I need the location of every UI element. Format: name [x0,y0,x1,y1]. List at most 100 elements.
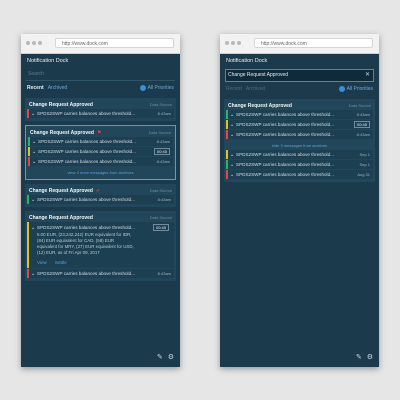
tab-bar: Recent Archived All Priorities [21,81,180,94]
row-message: SPDS2SWP carries balances above threshol… [38,149,136,154]
notification-row[interactable]: ⌄ SPDS2SWP carries balances above thresho… [226,130,373,139]
notification-row[interactable]: ⌄ SPDS2SWP carries balances above thresho… [226,110,373,119]
row-time: 8:43am [156,139,170,144]
row-time: 00:45 [353,121,370,128]
edit-icon[interactable]: ✎ [356,353,362,361]
notification-row[interactable]: ⌄ SPDS2SWP carries balances above thresho… [27,109,174,118]
priority-filter[interactable]: All Priorities [338,86,373,92]
check-icon[interactable]: ✔ [96,188,100,194]
notification-list: Change Request Approved Data Source ⌄ SPDS2… [220,99,379,182]
data-source-label: Data Source [149,188,172,193]
row-message: SPDS2SWP carries balances above threshol… [236,112,334,117]
address-bar[interactable]: http://www.dock.com [254,38,373,48]
notification-group: Change Request Approved Data Source ⌄ SPDS2… [25,211,176,281]
priority-label: All Priorities [346,86,373,92]
edit-icon[interactable]: ✎ [157,353,163,361]
row-time: 00:45 [152,224,169,231]
row-message: SPDS2SWP carries balances above threshol… [236,162,334,167]
gear-icon[interactable]: ⚙ [168,353,174,361]
footer-toolbar: ✎ ⚙ [157,353,174,361]
close-icon[interactable]: ✕ [365,71,370,78]
priority-icon [338,86,345,92]
search-input[interactable]: Search [26,69,175,81]
row-time: 8:43am [356,132,370,137]
group-header: Change Request Approved ✔ Data Source [25,186,176,195]
row-time: 8:43am [157,197,171,202]
row-message: SPDS2SWP carries balances above threshol… [236,152,334,157]
notification-row[interactable]: ⌄ SPDS2SWP carries balances above thresho… [226,150,373,159]
app-title: Notification Dock [27,58,69,64]
group-title[interactable]: Change Request Approved [29,188,93,194]
row-message: SPDS2SWP carries balances above threshol… [236,122,334,127]
notification-group: Change Request Approved Data Source ⌄ SPDS2… [25,98,176,121]
expanded-line: ⌄ SPDS2SWP carries balances above thresho… [31,223,172,232]
group-header: Change Request Approved ⚑ Data Source [26,128,175,137]
row-time: Sep 1 [359,152,370,157]
action-view-link[interactable]: View [37,260,47,265]
notification-row[interactable]: ⌄ SPDS2SWP carries balances above thresho… [226,170,373,179]
tab-archived[interactable]: Archived [246,86,265,92]
group-title[interactable]: Change Request Approved [29,102,93,108]
priority-filter[interactable]: All Priorities [139,85,174,91]
row-time: 8:43am [356,112,370,117]
row-message: SPDS2SWP carries balances above threshol… [236,132,334,137]
row-message: SPDS2SWP carries balances above threshol… [37,271,135,276]
tab-archived[interactable]: Archived [48,85,67,91]
row-time: 00:45 [153,148,170,155]
notification-group: Change Request Approved Data Source ⌄ SPDS2… [224,99,375,182]
expanded-notification[interactable]: ⌄ SPDS2SWP carries balances above thresho… [27,222,174,268]
row-message: SPDS2SWP carries balances above threshol… [37,197,135,202]
notification-group: Change Request Approved ⚑ Data Source ⌄ SPDS… [25,125,176,180]
group-header: Change Request Approved Data Source [25,100,176,109]
row-time: Aug 31 [357,172,370,177]
data-source-label: Data Source [348,103,371,108]
row-message: SPDS2SWP carries balances above threshol… [38,159,136,164]
gear-icon[interactable]: ⚙ [367,353,373,361]
tab-recent[interactable]: Recent [27,85,44,91]
priority-icon [139,85,146,91]
notification-row[interactable]: ⌄ SPDS2SWP carries balances above thresho… [27,195,174,204]
notification-dock-window-left: http://www.dock.com Notification Dock Se… [21,34,180,367]
flag-icon[interactable]: ⚑ [97,130,101,136]
notification-group: Change Request Approved ✔ Data Source ⌄ SPDS… [25,184,176,207]
row-time: 8:43am [157,271,171,276]
tab-bar: Recent Archived All Priorities [220,82,379,95]
browser-chrome: http://www.dock.com [220,34,379,54]
data-source-label: Data Source [149,215,172,220]
row-message: SPDS2SWP carries balances above threshol… [236,172,334,177]
row-time: 8:43am [157,111,171,116]
action-settle-link[interactable]: Settle [55,260,67,265]
row-message: SPDS2SWP carries balances above threshol… [37,225,135,230]
window-controls[interactable] [225,41,241,45]
search-input[interactable]: Change Request Approved ✕ [225,69,374,82]
tab-recent[interactable]: Recent [226,86,242,92]
notification-row[interactable]: ⌄ SPDS2SWP carries balances above thresho… [226,160,373,169]
group-title[interactable]: Change Request Approved [29,215,93,221]
data-source-label: Data Source [148,130,171,135]
notification-row[interactable]: ⌄ SPDS2SWP carries balances above thresho… [27,269,174,278]
notification-row[interactable]: ⌄ SPDS2SWP carries balances above thresho… [28,157,173,166]
group-title[interactable]: Change Request Approved [228,103,292,109]
browser-chrome: http://www.dock.com [21,34,180,54]
notification-row[interactable]: ⌄ SPDS2SWP carries balances above thresho… [226,120,373,129]
row-time: 8:43am [156,159,170,164]
search-value: Change Request Approved [228,72,289,78]
footer-toolbar: ✎ ⚙ [356,353,373,361]
view-more-link[interactable]: view 3 more messages from archives [26,167,175,177]
notification-row[interactable]: ⌄ SPDS2SWP carries balances above thresho… [28,147,173,156]
address-bar[interactable]: http://www.dock.com [55,38,174,48]
priority-label: All Priorities [147,85,174,91]
notification-list: Change Request Approved Data Source ⌄ SPDS2… [21,98,180,281]
app-title: Notification Dock [226,58,268,64]
action-bar: View Settle [31,256,172,265]
row-time: Sep 1 [359,162,370,167]
hide-archives-link[interactable]: hide 3 messages from archives [224,140,375,150]
notification-row[interactable]: ⌄ SPDS2SWP carries balances above thresho… [28,137,173,146]
row-message: SPDS2SWP carries balances above threshol… [37,111,135,116]
window-controls[interactable] [26,41,42,45]
row-message: SPDS2SWP carries balances above threshol… [38,139,136,144]
group-title[interactable]: Change Request Approved [30,130,94,136]
group-header: Change Request Approved Data Source [224,101,375,110]
notification-dock-window-right: http://www.dock.com Notification Dock Ch… [220,34,379,367]
group-header: Change Request Approved Data Source [25,213,176,222]
